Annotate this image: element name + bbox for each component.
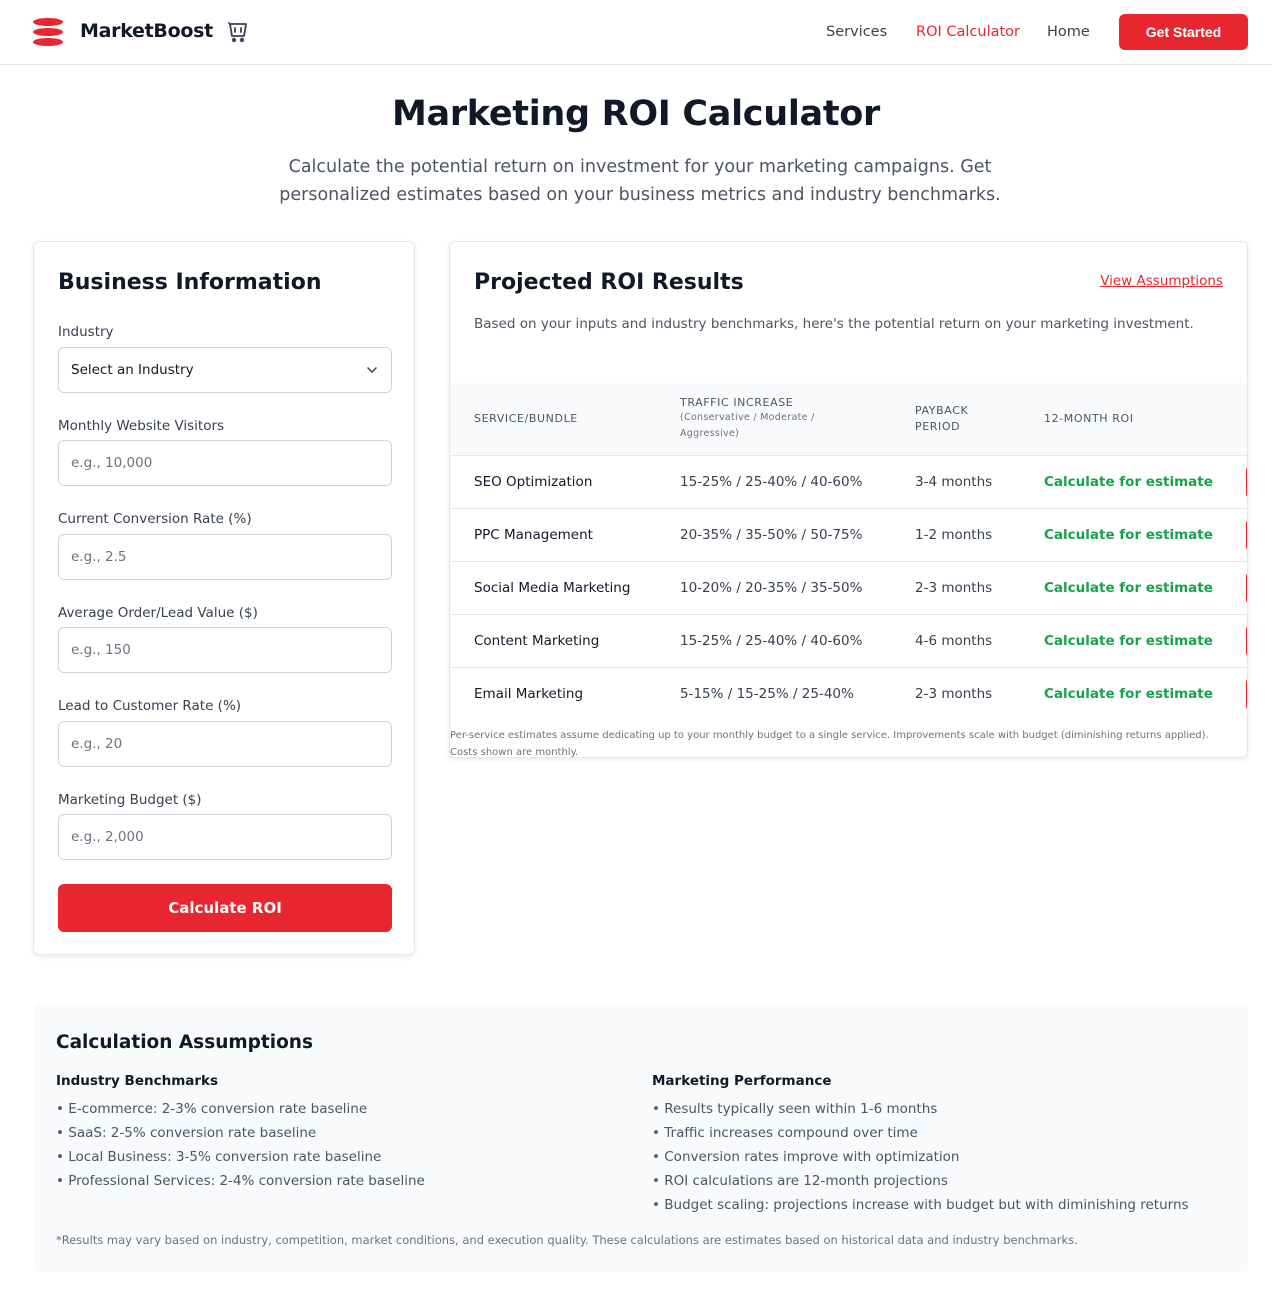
table-row: Email Marketing 5-15% / 15-25% / 25-40% … [450, 668, 1247, 721]
top-navbar: MarketBoost Services ROI Calculator Home… [0, 0, 1272, 65]
row-traffic: 15-25% / 25-40% / 40-60% [680, 633, 863, 649]
business-information-card: Business Information Industry Select an … [33, 241, 415, 955]
brand-name[interactable]: MarketBoost [80, 20, 213, 42]
row-service: Email Marketing [474, 686, 584, 702]
performance-heading: Marketing Performance [652, 1073, 832, 1089]
results-title: Projected ROI Results [474, 270, 744, 295]
budget-input[interactable] [58, 814, 392, 860]
performance-item: • Budget scaling: projections increase w… [652, 1197, 1189, 1213]
assumptions-title: Calculation Assumptions [56, 1032, 313, 1053]
benchmarks-heading: Industry Benchmarks [56, 1073, 219, 1089]
cart-icon[interactable] [226, 20, 250, 44]
order-value-input[interactable] [58, 627, 392, 673]
row-roi: Calculate for estimate [1044, 686, 1213, 702]
row-payback: 1-2 months [915, 527, 993, 543]
row-action-button[interactable] [1246, 572, 1247, 604]
industry-select-value: Select an Industry [71, 362, 194, 378]
row-traffic: 20-35% / 35-50% / 50-75% [680, 527, 863, 543]
row-traffic: 5-15% / 15-25% / 25-40% [680, 686, 854, 702]
row-action-button[interactable] [1246, 625, 1247, 657]
column-payback-1: Payback [915, 404, 969, 417]
row-payback: 4-6 months [915, 633, 993, 649]
performance-item: • Conversion rates improve with optimiza… [652, 1149, 960, 1165]
results-table-header: Service/Bundle Traffic Increase (Conserv… [450, 383, 1247, 456]
performance-item: • Results typically seen within 1-6 mont… [652, 1101, 938, 1117]
column-traffic: Traffic Increase [680, 396, 794, 409]
assumptions-footnote: *Results may vary based on industry, com… [56, 1233, 1078, 1247]
lead-rate-input[interactable] [58, 721, 392, 767]
page-subtitle: Calculate the potential return on invest… [279, 157, 1001, 205]
row-traffic: 10-20% / 20-35% / 35-50% [680, 580, 863, 596]
column-service: Service/Bundle [474, 412, 578, 425]
row-action-button[interactable] [1246, 519, 1247, 551]
results-description: Based on your inputs and industry benchm… [474, 316, 1194, 332]
budget-label: Marketing Budget ($) [58, 792, 202, 808]
row-roi: Calculate for estimate [1044, 580, 1213, 596]
benchmark-item: • Professional Services: 2-4% conversion… [56, 1173, 425, 1189]
table-row: SEO Optimization 15-25% / 25-40% / 40-60… [450, 456, 1247, 509]
row-service: Social Media Marketing [474, 580, 631, 596]
calculate-roi-button[interactable]: Calculate ROI [58, 884, 392, 932]
nav-roi-calculator[interactable]: ROI Calculator [916, 24, 1020, 40]
row-payback: 3-4 months [915, 474, 993, 490]
order-value-label: Average Order/Lead Value ($) [58, 605, 258, 621]
benchmark-item: • Local Business: 3-5% conversion rate b… [56, 1149, 382, 1165]
form-title: Business Information [58, 270, 322, 295]
column-roi: 12-Month ROI [1044, 412, 1134, 425]
row-payback: 2-3 months [915, 686, 993, 702]
get-started-button[interactable]: Get Started [1119, 14, 1248, 50]
roi-results-card: Projected ROI Results View Assumptions B… [449, 241, 1248, 758]
benchmark-item: • E-commerce: 2-3% conversion rate basel… [56, 1101, 368, 1117]
logo-icon[interactable] [33, 18, 63, 46]
column-payback-2: Period [915, 420, 961, 433]
conversion-rate-input[interactable] [58, 534, 392, 580]
row-traffic: 15-25% / 25-40% / 40-60% [680, 474, 863, 490]
visitors-input[interactable] [58, 440, 392, 486]
industry-label: Industry [58, 324, 114, 340]
row-payback: 2-3 months [915, 580, 993, 596]
row-roi: Calculate for estimate [1044, 474, 1213, 490]
row-action-button[interactable] [1246, 678, 1247, 710]
column-traffic-sub-2: Aggressive) [680, 428, 740, 439]
row-service: Content Marketing [474, 633, 600, 649]
conversion-rate-label: Current Conversion Rate (%) [58, 511, 252, 527]
view-assumptions-link[interactable]: View Assumptions [1100, 273, 1223, 289]
row-roi: Calculate for estimate [1044, 527, 1213, 543]
performance-item: • Traffic increases compound over time [652, 1125, 918, 1141]
column-traffic-sub-1: (Conservative / Moderate / [680, 412, 815, 423]
row-service: SEO Optimization [474, 474, 593, 490]
table-row: Content Marketing 15-25% / 25-40% / 40-6… [450, 615, 1247, 668]
chevron-down-icon [367, 367, 377, 373]
nav-home[interactable]: Home [1047, 24, 1090, 40]
calculation-assumptions-section: Calculation Assumptions Industry Benchma… [33, 1004, 1248, 1272]
performance-item: • ROI calculations are 12-month projecti… [652, 1173, 948, 1189]
benchmark-item: • SaaS: 2-5% conversion rate baseline [56, 1125, 317, 1141]
row-roi: Calculate for estimate [1044, 633, 1213, 649]
table-row: Social Media Marketing 10-20% / 20-35% /… [450, 562, 1247, 615]
row-action-button[interactable] [1246, 466, 1247, 498]
page-title: Marketing ROI Calculator [392, 94, 880, 134]
nav-services[interactable]: Services [826, 24, 887, 40]
row-service: PPC Management [474, 527, 593, 543]
table-row: PPC Management 20-35% / 35-50% / 50-75% … [450, 509, 1247, 562]
visitors-label: Monthly Website Visitors [58, 418, 225, 434]
table-footnote: Per-service estimates assume dedicating … [450, 730, 1209, 758]
lead-rate-label: Lead to Customer Rate (%) [58, 698, 242, 714]
industry-select[interactable]: Select an Industry [58, 347, 392, 393]
